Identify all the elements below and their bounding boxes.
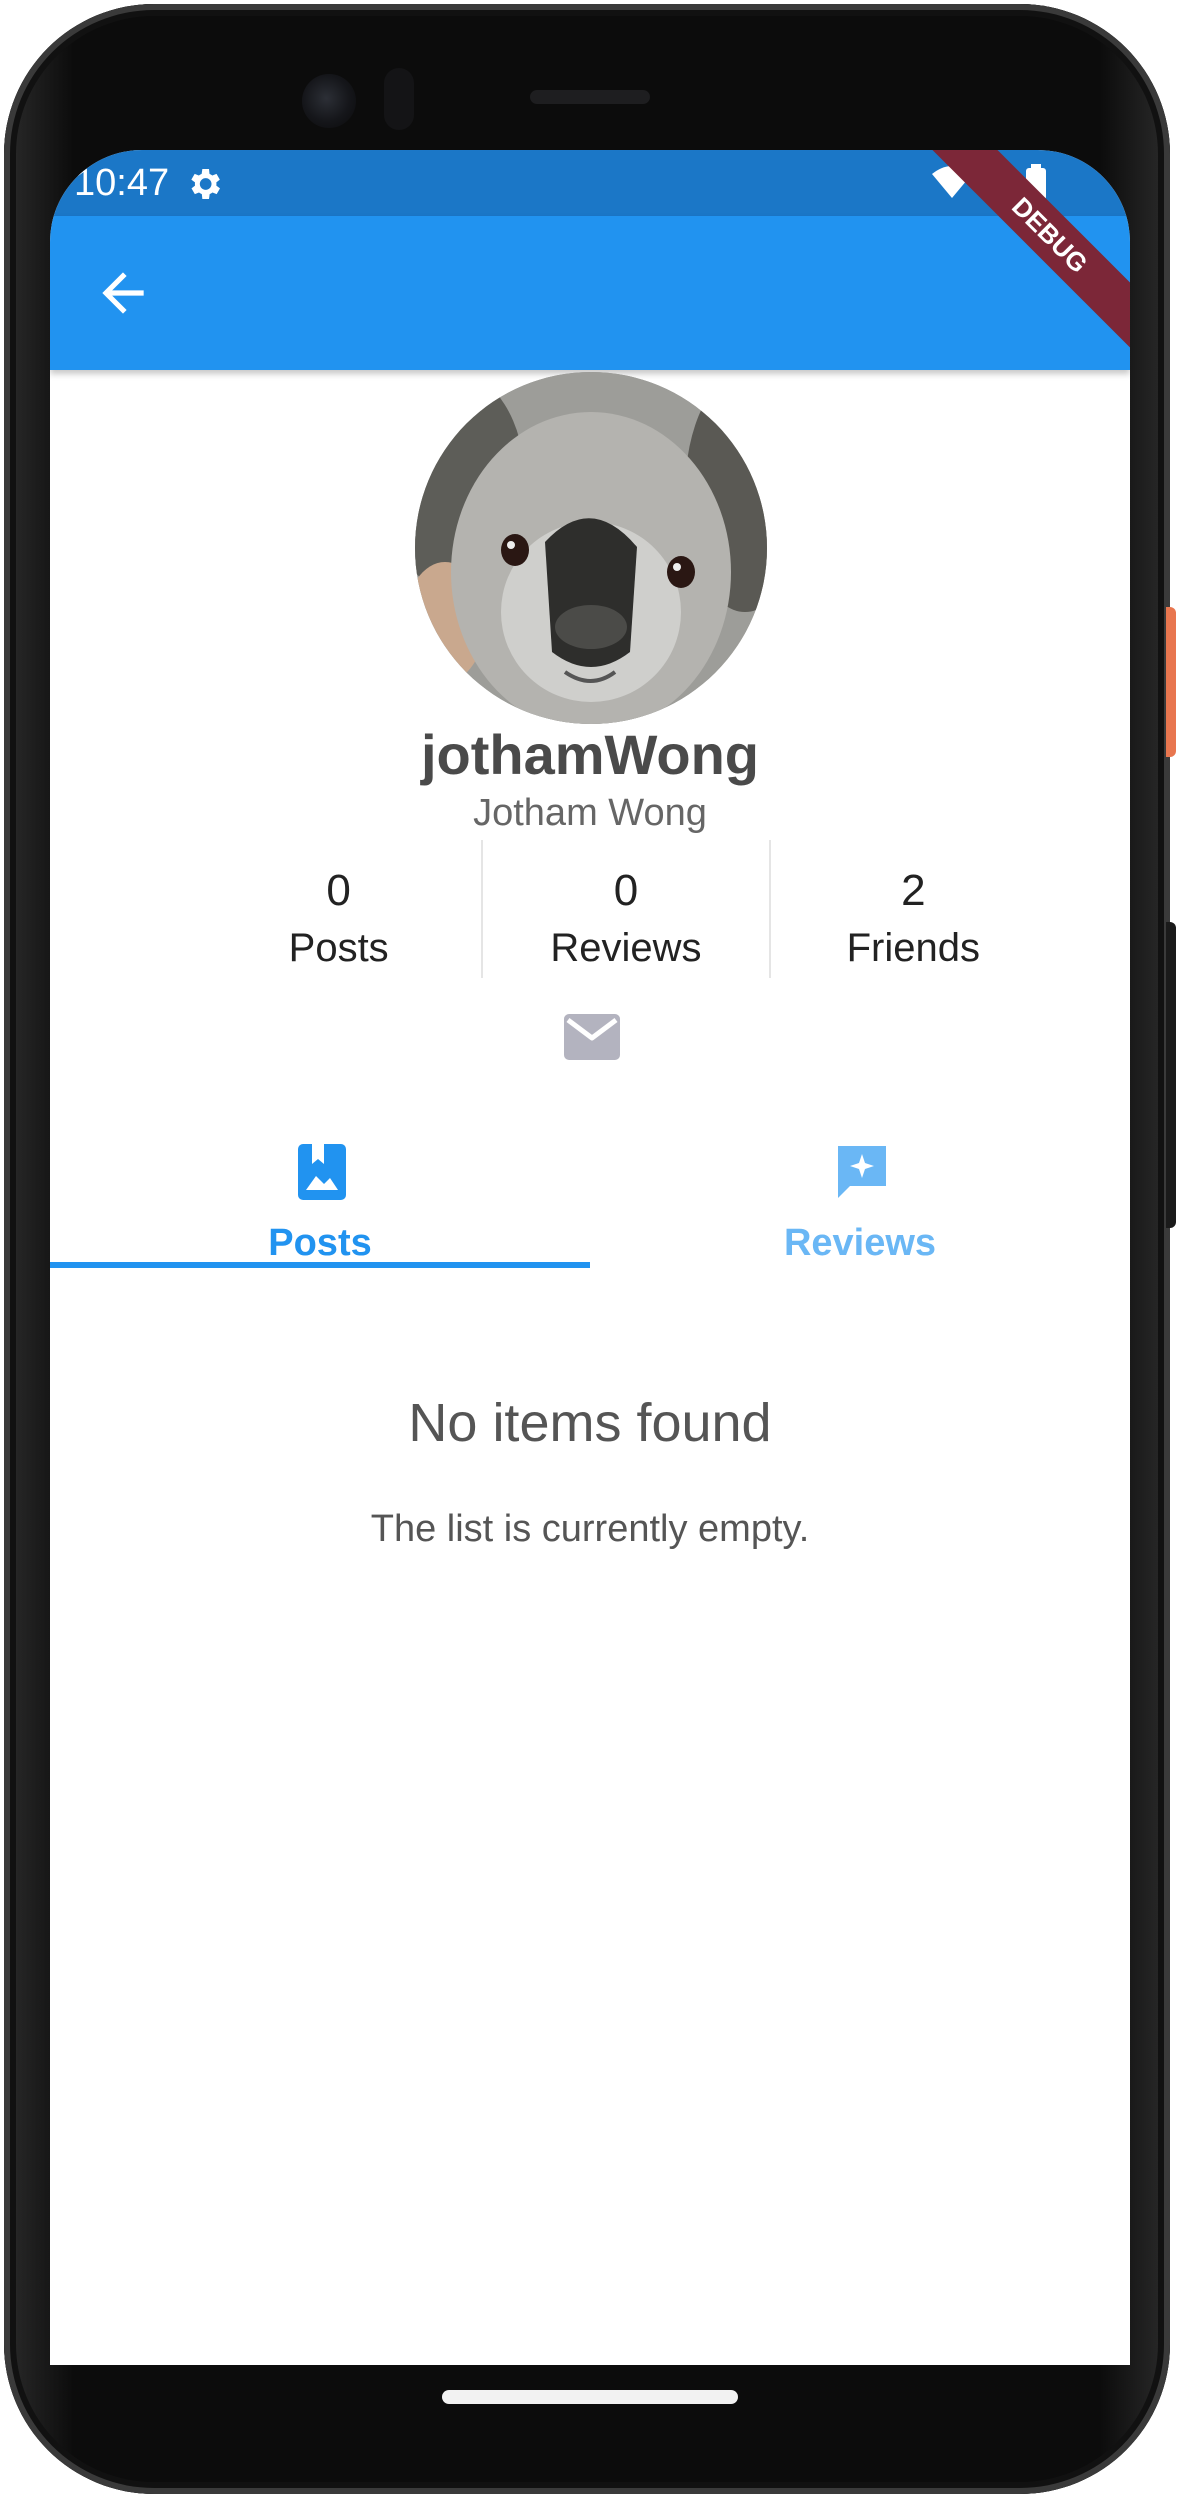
stat-label: Reviews [550,926,702,970]
stat-value: 0 [613,866,639,915]
stat-posts[interactable]: 0 Posts [196,840,481,978]
username: jothamWong [420,723,760,786]
tab-reviews-label: Reviews [783,1222,937,1264]
photo-bookmark-icon [298,1144,346,1200]
empty-state-title: No items found [408,1393,772,1453]
app-bar [50,216,1130,370]
power-button [1166,607,1176,757]
tab-posts[interactable]: Posts [50,1110,590,1310]
koala-photo [415,372,767,724]
tab-bar: Posts Reviews [50,1110,1130,1310]
home-indicator[interactable] [442,2390,738,2404]
phone-frame: 10:47 DEBUG jothamWong Jotham Wong 0 Pos… [4,4,1170,2494]
mail-button[interactable] [562,1012,622,1062]
screen: 10:47 DEBUG jothamWong Jotham Wong 0 Pos… [50,150,1130,2365]
tab-posts-label: Posts [268,1222,372,1264]
proximity-sensor [384,68,414,130]
stat-value: 2 [901,866,926,915]
arrow-left-icon [102,272,144,314]
avatar [415,372,767,724]
volume-button [1166,922,1176,1228]
stat-value: 0 [326,866,351,915]
full-name: Jotham Wong [473,792,707,834]
camera-lens [302,74,356,128]
back-button[interactable] [92,262,154,324]
stat-friends[interactable]: 2 Friends [768,840,1056,978]
tab-reviews[interactable]: Reviews [590,1110,1130,1310]
gear-icon [191,169,220,199]
empty-state-subtitle: The list is currently empty. [370,1508,810,1550]
earpiece-speaker [530,90,650,104]
status-time: 10:47 [74,162,170,204]
stat-label: Friends [846,926,981,970]
tab-indicator [50,1262,590,1268]
profile-stats: 0 Posts 0 Reviews 2 Friends [196,840,1056,978]
mail-icon [564,1014,620,1060]
stat-label: Posts [288,926,389,970]
star-chat-icon [838,1146,886,1198]
stat-reviews[interactable]: 0 Reviews [481,840,768,978]
